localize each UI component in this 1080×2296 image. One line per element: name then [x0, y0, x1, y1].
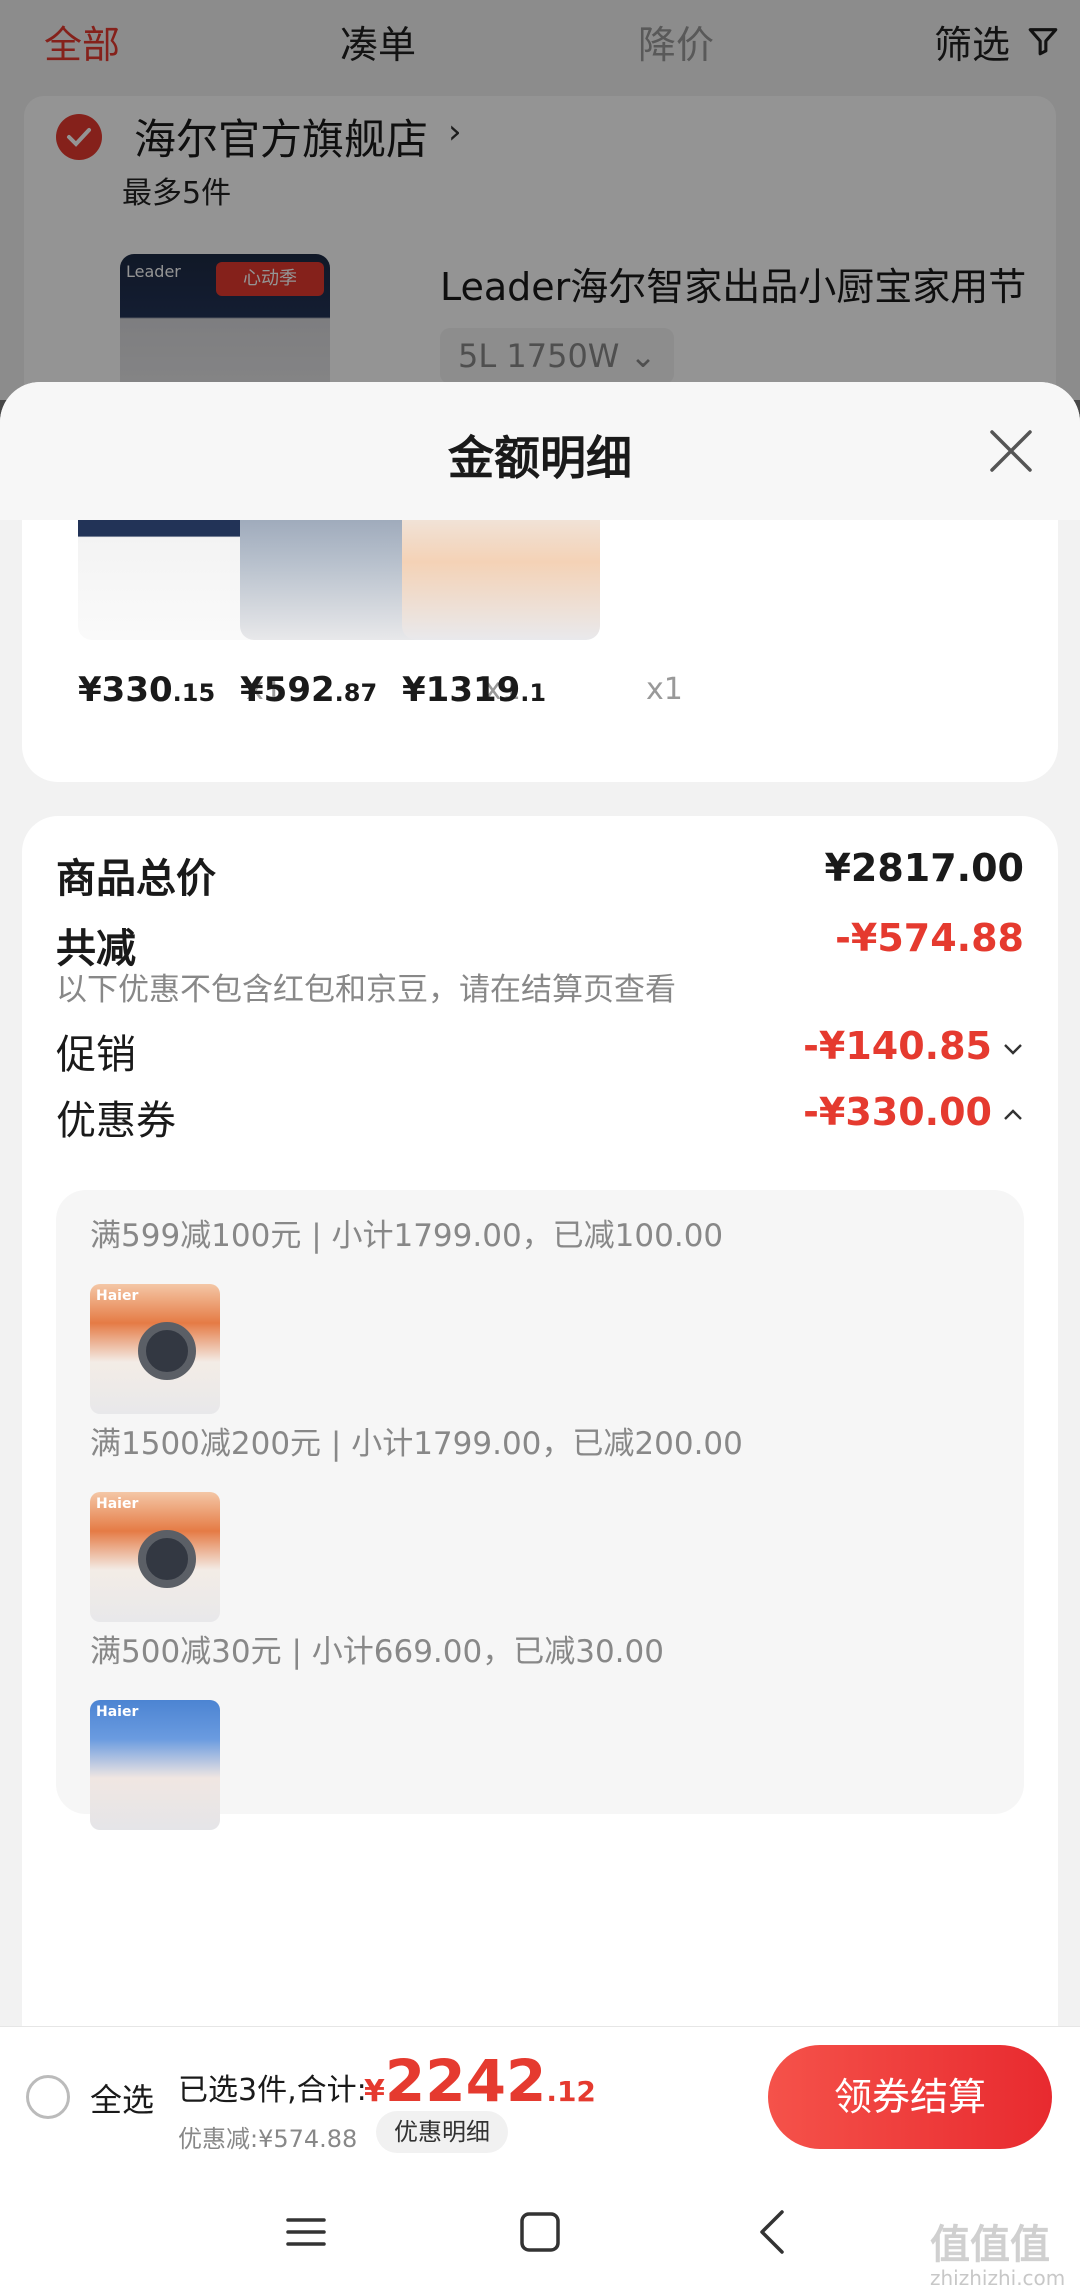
- selected-items-card: ¥330.15 x1 ¥592.87 x1 ¥1319.1 x1: [22, 520, 1058, 782]
- select-all-checkbox[interactable]: [26, 2075, 70, 2119]
- home-icon[interactable]: [512, 2204, 568, 2260]
- product-image: [402, 520, 600, 640]
- coupon-line: 满1500减200元 | 小计1799.00，已减200.00: [90, 1426, 743, 1462]
- coupon-line: 满500减30元 | 小计669.00，已减30.00: [90, 1634, 664, 1670]
- product-image: Haier: [90, 1284, 220, 1414]
- image-brand: Haier: [96, 1496, 139, 1512]
- coupon-breakdown: 满599减100元 | 小计1799.00，已减100.00 Haier 满15…: [56, 1190, 1024, 1830]
- back-icon[interactable]: [746, 2204, 802, 2260]
- watermark-url: zhizhizhi.com: [930, 2266, 1066, 2290]
- coupon-label[interactable]: 优惠券: [56, 1088, 176, 1146]
- image-brand: Haier: [96, 1288, 139, 1304]
- total-amount: ¥2242.12: [364, 2047, 596, 2115]
- checkout-bar: 全选 已选3件,合计: ¥2242.12 优惠减:¥574.88 优惠明细 领券…: [0, 2026, 1080, 2164]
- total-reduce-value: -¥574.88: [835, 916, 1024, 960]
- goods-total-value: ¥2817.00: [824, 846, 1024, 890]
- sheet-header: 金额明细: [0, 382, 1080, 520]
- watermark-logo: 值值值: [930, 2222, 1050, 2268]
- washer-drum: [138, 1322, 196, 1380]
- select-all-label[interactable]: 全选: [90, 2075, 154, 2121]
- discount-amount: 优惠减:¥574.88: [178, 2125, 358, 2153]
- chevron-down-icon: [1004, 1043, 1022, 1055]
- product-image: Haier: [90, 1700, 220, 1830]
- chevron-up-icon: [1004, 1108, 1022, 1120]
- list-item: ¥1319.1 x1: [346, 520, 683, 760]
- promo-value[interactable]: -¥140.85: [803, 1024, 1024, 1068]
- product-image: Haier: [90, 1492, 220, 1622]
- menu-icon[interactable]: [278, 2204, 334, 2260]
- amount-detail-card: 商品总价 ¥2817.00 共减 -¥574.88 以下优惠不包含红包和京豆，请…: [22, 816, 1058, 2116]
- discount-detail-button[interactable]: 优惠明细: [376, 2111, 508, 2153]
- checkout-button[interactable]: 领券结算: [768, 2045, 1052, 2149]
- amount-detail-sheet: 金额明细 ¥330.15 x1 ¥592.87 x1 ¥1319.1 x1 商品…: [0, 382, 1080, 2296]
- promo-label[interactable]: 促销: [56, 1022, 136, 1080]
- system-nav-bar: [0, 2164, 1080, 2296]
- image-brand: Haier: [96, 1704, 139, 1720]
- coupon-value[interactable]: -¥330.00: [803, 1090, 1024, 1134]
- coupon-line: 满599减100元 | 小计1799.00，已减100.00: [90, 1218, 724, 1254]
- sheet-title: 金额明细: [448, 431, 632, 485]
- washer-drum: [138, 1530, 196, 1588]
- modal-backdrop[interactable]: [0, 0, 1080, 420]
- item-price: ¥1319.1: [402, 670, 547, 710]
- goods-total-label: 商品总价: [56, 856, 216, 902]
- item-quantity: x1: [646, 672, 683, 707]
- close-icon[interactable]: [984, 424, 1038, 478]
- selected-summary: 已选3件,合计:: [178, 2073, 367, 2108]
- discount-note: 以下优惠不包含红包和京豆，请在结算页查看: [56, 972, 676, 1008]
